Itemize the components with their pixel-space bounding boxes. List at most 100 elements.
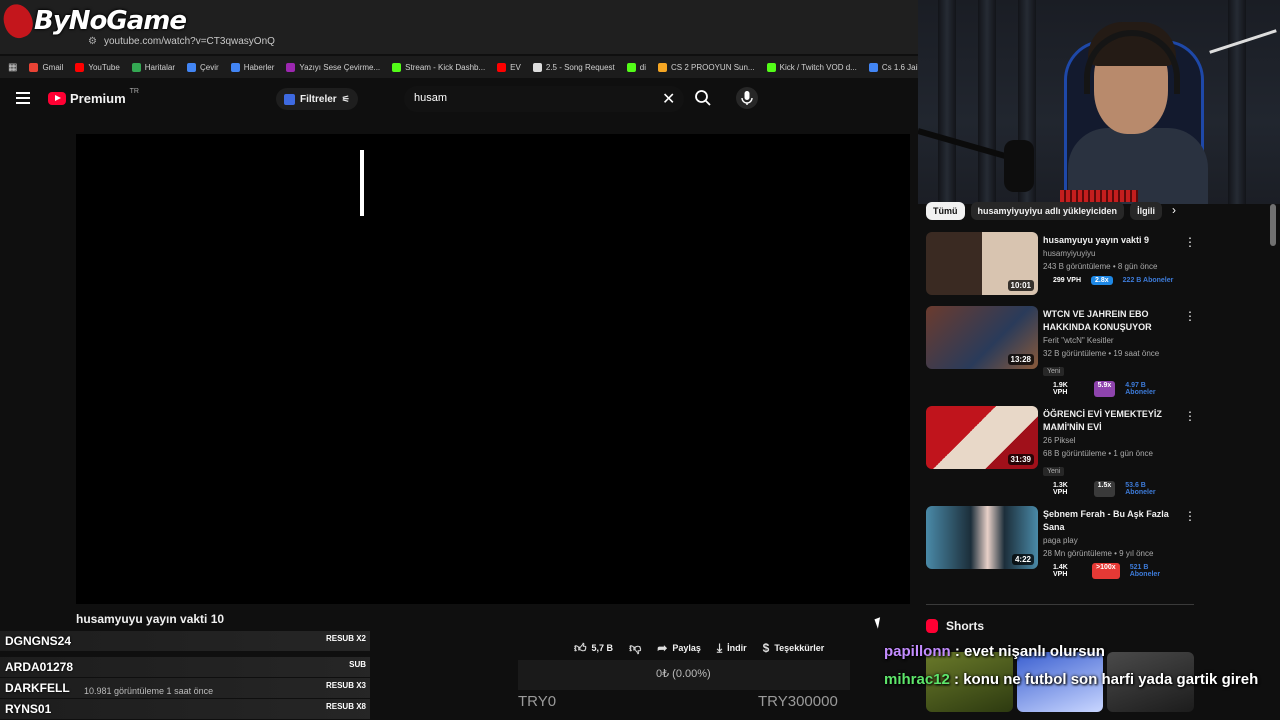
chat-message: mihrac12 : konu ne futbol son harfi yada…	[884, 666, 1280, 694]
filter-chip[interactable]: Tümü	[926, 202, 965, 220]
chat-message: papillonn : evet nişanlı olursun	[884, 638, 1280, 666]
bookmark-item[interactable]: di	[626, 62, 646, 72]
sliders-icon: ⚟	[341, 93, 350, 104]
search-input[interactable]: husam ✕	[404, 86, 684, 112]
donation-max: TRY300000	[758, 693, 838, 710]
channel-name[interactable]: Ferit "wtcN" Kesitler	[1043, 334, 1181, 347]
webcam-overlay	[918, 0, 1280, 204]
video-info: Şebnem Ferah - Bu Aşk Fazla Sana paga pla…	[1043, 508, 1181, 579]
bookmark-favicon-icon	[75, 62, 85, 72]
video-title[interactable]: WTCN VE JAHREIN EBO HAKKINDA KONUŞUYOR	[1043, 308, 1181, 334]
bookmark-label: YouTube	[88, 62, 120, 72]
bookmark-item[interactable]: Kick / Twitch VOD d...	[766, 62, 857, 72]
video-title: husamyuyu yayın vakti 10	[76, 612, 225, 626]
channel-name[interactable]: 26 Piksel	[1043, 434, 1181, 447]
chat-text: : evet nişanlı olursun	[950, 643, 1105, 660]
bookmark-item[interactable]: Yazıyı Sese Çevirme...	[286, 62, 381, 72]
bookmark-label: CS 2 PROOYUN Sun...	[671, 62, 755, 72]
bookmark-item[interactable]: CS 2 PROOYUN Sun...	[658, 62, 755, 72]
bookmark-label: Haberler	[243, 62, 275, 72]
microphone-icon[interactable]	[736, 87, 758, 109]
clear-search-icon[interactable]: ✕	[662, 89, 675, 109]
bookmark-favicon-icon	[868, 62, 878, 72]
video-actions: 👍︎ 5,7 B 👎︎ ➦ Paylaş ⤓ İndir $ Teşekkürl…	[566, 638, 832, 658]
bookmark-item[interactable]: Çevir	[187, 62, 219, 72]
subscriber-row: RYNS01 RESUB X8	[0, 699, 370, 719]
apps-grid-icon[interactable]: ▦	[8, 62, 17, 73]
divider	[926, 604, 1194, 605]
subscriber-stat: 521 B Aboneler	[1129, 564, 1161, 578]
subscriber-name: DGNGNS24	[5, 634, 72, 648]
like-button[interactable]: 👍︎ 5,7 B	[566, 638, 621, 658]
menu-icon[interactable]	[16, 92, 30, 104]
more-options-icon[interactable]: ⋮	[1184, 410, 1196, 422]
bookmark-item[interactable]: 2.5 - Song Request	[532, 62, 615, 72]
bookmark-item[interactable]: Haberler	[230, 62, 275, 72]
bookmark-label: EV	[510, 62, 521, 72]
duration-badge: 13:28	[1007, 354, 1034, 365]
bookmark-item[interactable]: YouTube	[75, 62, 120, 72]
subscription-type: RESUB X8	[325, 702, 366, 711]
bookmark-favicon-icon	[658, 62, 668, 72]
share-icon: ➦	[657, 641, 668, 655]
subscription-type: SUB	[349, 660, 366, 669]
bookmark-item[interactable]: Stream - Kick Dashb...	[392, 62, 485, 72]
bookmark-label: 2.5 - Song Request	[545, 62, 615, 72]
bookmark-favicon-icon	[392, 62, 402, 72]
youtube-header: Premium TR Filtreler ⚟ husam ✕	[0, 80, 918, 118]
search-icon[interactable]	[694, 89, 712, 107]
bookmark-item[interactable]: Haritalar	[131, 62, 175, 72]
bookmark-item[interactable]: EV	[497, 62, 521, 72]
video-thumbnail[interactable]: 10:01	[926, 232, 1038, 295]
bookmark-favicon-icon	[626, 62, 636, 72]
ratio-stat: 2.8x	[1091, 276, 1113, 285]
subscriber-name: ARDA01278	[5, 660, 74, 674]
subscriber-stat: 4.97 B Aboneler	[1125, 382, 1156, 396]
video-title[interactable]: Şebnem Ferah - Bu Aşk Fazla Sana	[1043, 508, 1181, 534]
dislike-button[interactable]: 👎︎	[621, 638, 649, 658]
filter-chip[interactable]: İlgili	[1130, 202, 1163, 220]
youtube-play-icon	[48, 92, 66, 105]
thanks-label: Teşekkürler	[774, 643, 825, 653]
video-title[interactable]: ÖĞRENCİ EVİ YEMEKTEYİZ MAMİ'NİN EVİ	[1043, 408, 1181, 434]
new-badge: Yeni	[1043, 467, 1065, 476]
chat-username: papillonn	[884, 643, 951, 660]
more-options-icon[interactable]: ⋮	[1184, 236, 1196, 248]
chevron-right-icon[interactable]: ›	[1172, 203, 1176, 217]
video-thumbnail[interactable]: 4:22	[926, 506, 1038, 569]
bookmark-item[interactable]: Gmail	[29, 62, 63, 72]
filter-chip[interactable]: husamyiyuyiyu adlı yükleyiciden	[970, 202, 1125, 220]
ratio-stat: >100x	[1092, 563, 1120, 579]
duration-badge: 31:39	[1007, 454, 1034, 465]
video-player[interactable]	[76, 134, 910, 604]
sponsor-logo: ByNoGame	[0, 0, 187, 42]
scrollbar[interactable]	[1270, 204, 1276, 246]
new-badge: Yeni	[1043, 367, 1065, 376]
mouse-pointer-icon	[874, 617, 884, 629]
bookmark-label: Yazıyı Sese Çevirme...	[299, 62, 381, 72]
chat-username: mihrac12	[884, 671, 950, 688]
bookmark-label: Cs 1.6 JailE	[881, 62, 918, 72]
filters-button[interactable]: Filtreler ⚟	[276, 88, 358, 110]
video-thumbnail[interactable]: 31:39	[926, 406, 1038, 469]
screen: ← ⚙ youtube.com/watch?v=CT3qwasyOnQ ▦ Gm…	[0, 0, 1280, 720]
video-title[interactable]: husamyuyu yayın vakti 9	[1043, 234, 1181, 247]
video-stats: 1.3K VPH 1.5x 53.6 B Aboneler	[1043, 481, 1181, 497]
channel-name[interactable]: husamyiyuyiyu	[1043, 247, 1181, 260]
bookmarks-bar: ▦ Gmail YouTube Haritalar Çevir Haberler Yazı…	[0, 56, 918, 78]
thanks-button[interactable]: $ Teşekkürler	[755, 638, 833, 658]
more-options-icon[interactable]: ⋮	[1184, 310, 1196, 322]
youtube-logo[interactable]: Premium TR	[48, 88, 139, 106]
vph-stat: 1.3K VPH	[1053, 482, 1068, 496]
bookmark-item[interactable]: Cs 1.6 JailE	[868, 62, 918, 72]
share-button[interactable]: ➦ Paylaş	[649, 638, 709, 658]
bookmark-label: Kick / Twitch VOD d...	[779, 62, 857, 72]
channel-name[interactable]: paga play	[1043, 534, 1181, 547]
ratio-stat: 5.9x	[1093, 381, 1116, 397]
download-button[interactable]: ⤓ İndir	[709, 638, 755, 658]
thanks-icon: $	[762, 641, 770, 655]
subscriber-row: ARDA01278 SUB	[0, 657, 370, 677]
video-thumbnail[interactable]: 13:28	[926, 306, 1038, 369]
subscriber-name: DARKFELL	[5, 681, 70, 695]
more-options-icon[interactable]: ⋮	[1184, 510, 1196, 522]
